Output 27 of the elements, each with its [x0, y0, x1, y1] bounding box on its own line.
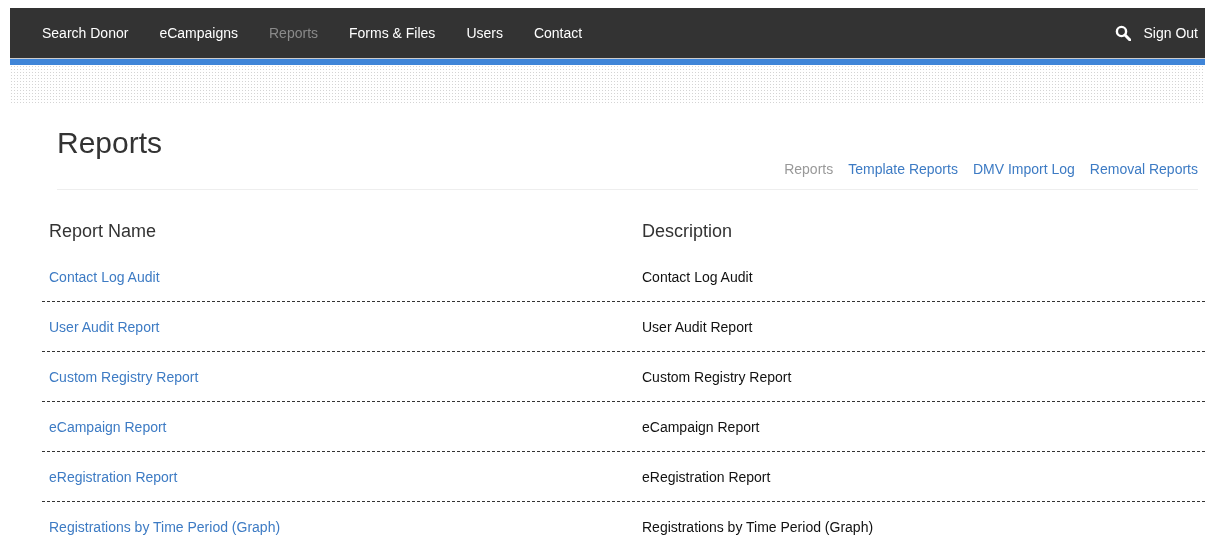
nav-link[interactable]: Contact: [533, 25, 583, 41]
nav-link[interactable]: eCampaigns: [159, 25, 238, 41]
table-cell-text: User Audit Report: [641, 318, 754, 335]
table-cell-text: Contact Log Audit: [641, 268, 754, 285]
nav-link[interactable]: Reports: [269, 25, 319, 41]
column-header: Description: [641, 220, 734, 242]
subnav-link[interactable]: Removal Reports: [1089, 161, 1198, 177]
nav-link[interactable]: Forms & Files: [349, 25, 436, 41]
table-cell-text: Custom Registry Report: [641, 368, 793, 385]
page-title: Reports: [57, 125, 163, 161]
report-link[interactable]: Contact Log Audit: [49, 268, 160, 285]
nav-link[interactable]: Search Donor: [42, 25, 129, 41]
report-link[interactable]: eCampaign Report: [49, 418, 167, 435]
report-link[interactable]: Registrations by Time Period (Graph): [49, 518, 281, 535]
column-header: Report Name: [48, 220, 158, 242]
report-link[interactable]: eRegistration Report: [49, 468, 178, 485]
subnav-link[interactable]: Template Reports: [848, 161, 958, 177]
search-icon[interactable]: [1114, 25, 1131, 41]
table-cell-text: eRegistration Report: [641, 468, 772, 485]
nav-link[interactable]: Users: [466, 25, 503, 41]
table-cell-text: Registrations by Time Period (Graph): [641, 518, 875, 535]
sign-out-link[interactable]: Sign Out: [1143, 25, 1198, 41]
subnav-link[interactable]: DMV Import Log: [972, 161, 1075, 177]
report-link[interactable]: Custom Registry Report: [49, 368, 199, 385]
subnav-link[interactable]: Reports: [784, 161, 834, 177]
table-cell-text: eCampaign Report: [641, 418, 761, 435]
report-link[interactable]: User Audit Report: [49, 318, 160, 335]
